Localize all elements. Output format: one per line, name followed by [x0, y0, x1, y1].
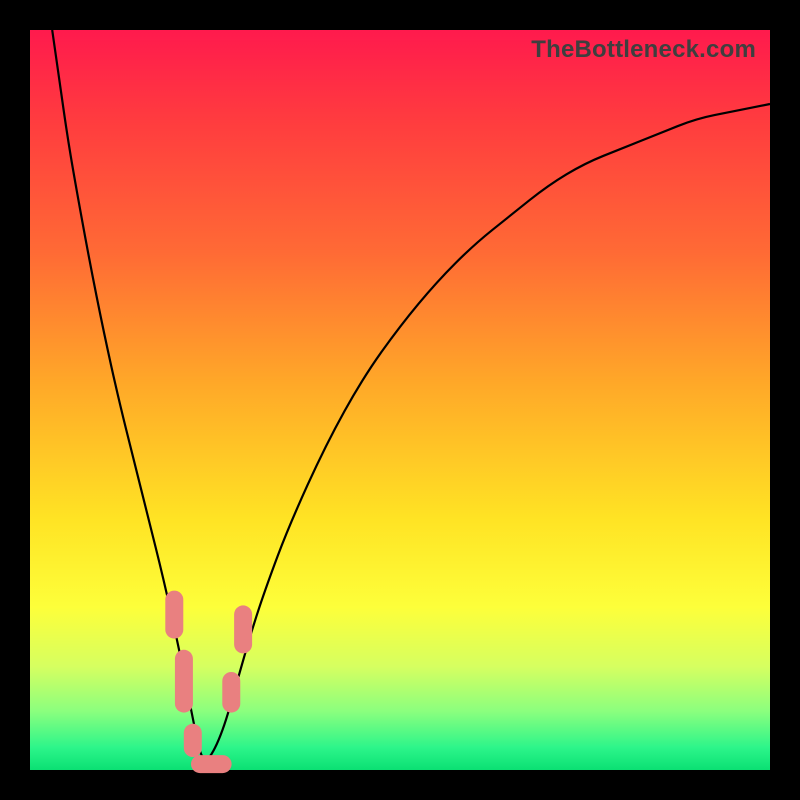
data-marker [234, 605, 252, 653]
data-marker [175, 650, 193, 713]
data-marker [184, 724, 202, 757]
data-marker [165, 591, 183, 639]
watermark-text: TheBottleneck.com [531, 36, 756, 64]
chart-svg [30, 30, 770, 770]
data-marker [222, 672, 240, 713]
bottleneck-curve [52, 30, 770, 760]
chart-plot-area: TheBottleneck.com [30, 30, 770, 770]
data-marker [191, 755, 232, 773]
marker-group [165, 591, 252, 773]
chart-frame: TheBottleneck.com [0, 0, 800, 800]
